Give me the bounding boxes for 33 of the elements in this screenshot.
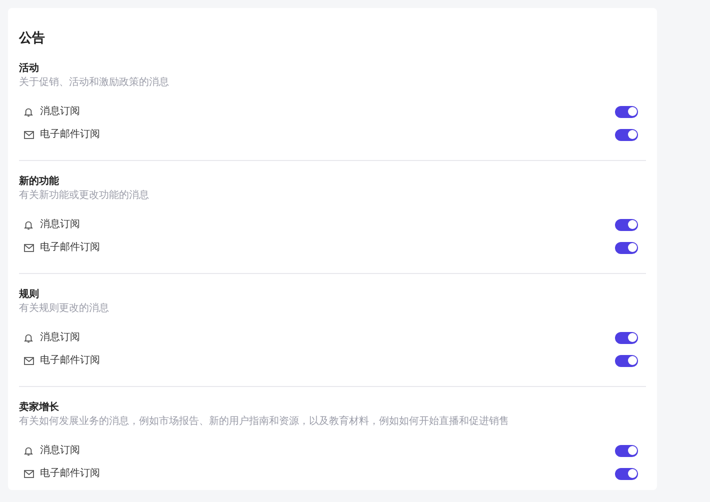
section-description: 有关如何发展业务的消息，例如市场报告、新的用户指南和资源，以及教育材料，例如如何开始直播和促进销售 [19, 415, 509, 429]
channel-label: 电子邮件订阅 [40, 466, 100, 481]
toggle-switch[interactable] [615, 128, 638, 140]
toggle-switch[interactable] [615, 242, 638, 254]
toggle-switch[interactable] [615, 444, 638, 456]
toggle-switch[interactable] [615, 332, 638, 344]
envelope-icon [24, 356, 34, 364]
channel-label: 消息订阅 [40, 330, 80, 345]
envelope-icon [24, 470, 34, 478]
section-title: 卖家增长 [19, 401, 59, 415]
bell-icon [24, 446, 33, 456]
section-description: 关于促销、活动和激励政策的消息 [19, 76, 169, 90]
section-description: 有关新功能或更改功能的消息 [19, 189, 149, 203]
channel-label: 消息订阅 [40, 104, 80, 119]
bell-icon [24, 106, 33, 116]
channel-label: 电子邮件订阅 [40, 128, 100, 142]
page-title: 公告 [19, 30, 45, 48]
channel-label: 消息订阅 [40, 444, 80, 458]
toggle-switch[interactable] [615, 218, 638, 230]
section-title: 规则 [19, 288, 39, 302]
channel-label: 电子邮件订阅 [40, 240, 100, 255]
channel-label: 消息订阅 [40, 218, 80, 232]
section-title: 新的功能 [19, 175, 59, 189]
envelope-icon [24, 130, 34, 138]
section-description: 有关规则更改的消息 [19, 302, 109, 316]
bell-icon [24, 220, 33, 230]
toggle-switch[interactable] [615, 468, 638, 480]
toggle-switch[interactable] [615, 354, 638, 366]
bell-icon [24, 332, 33, 342]
section-title: 活动 [19, 62, 39, 76]
toggle-switch[interactable] [615, 106, 638, 118]
envelope-icon [24, 244, 34, 252]
channel-label: 电子邮件订阅 [40, 354, 100, 368]
